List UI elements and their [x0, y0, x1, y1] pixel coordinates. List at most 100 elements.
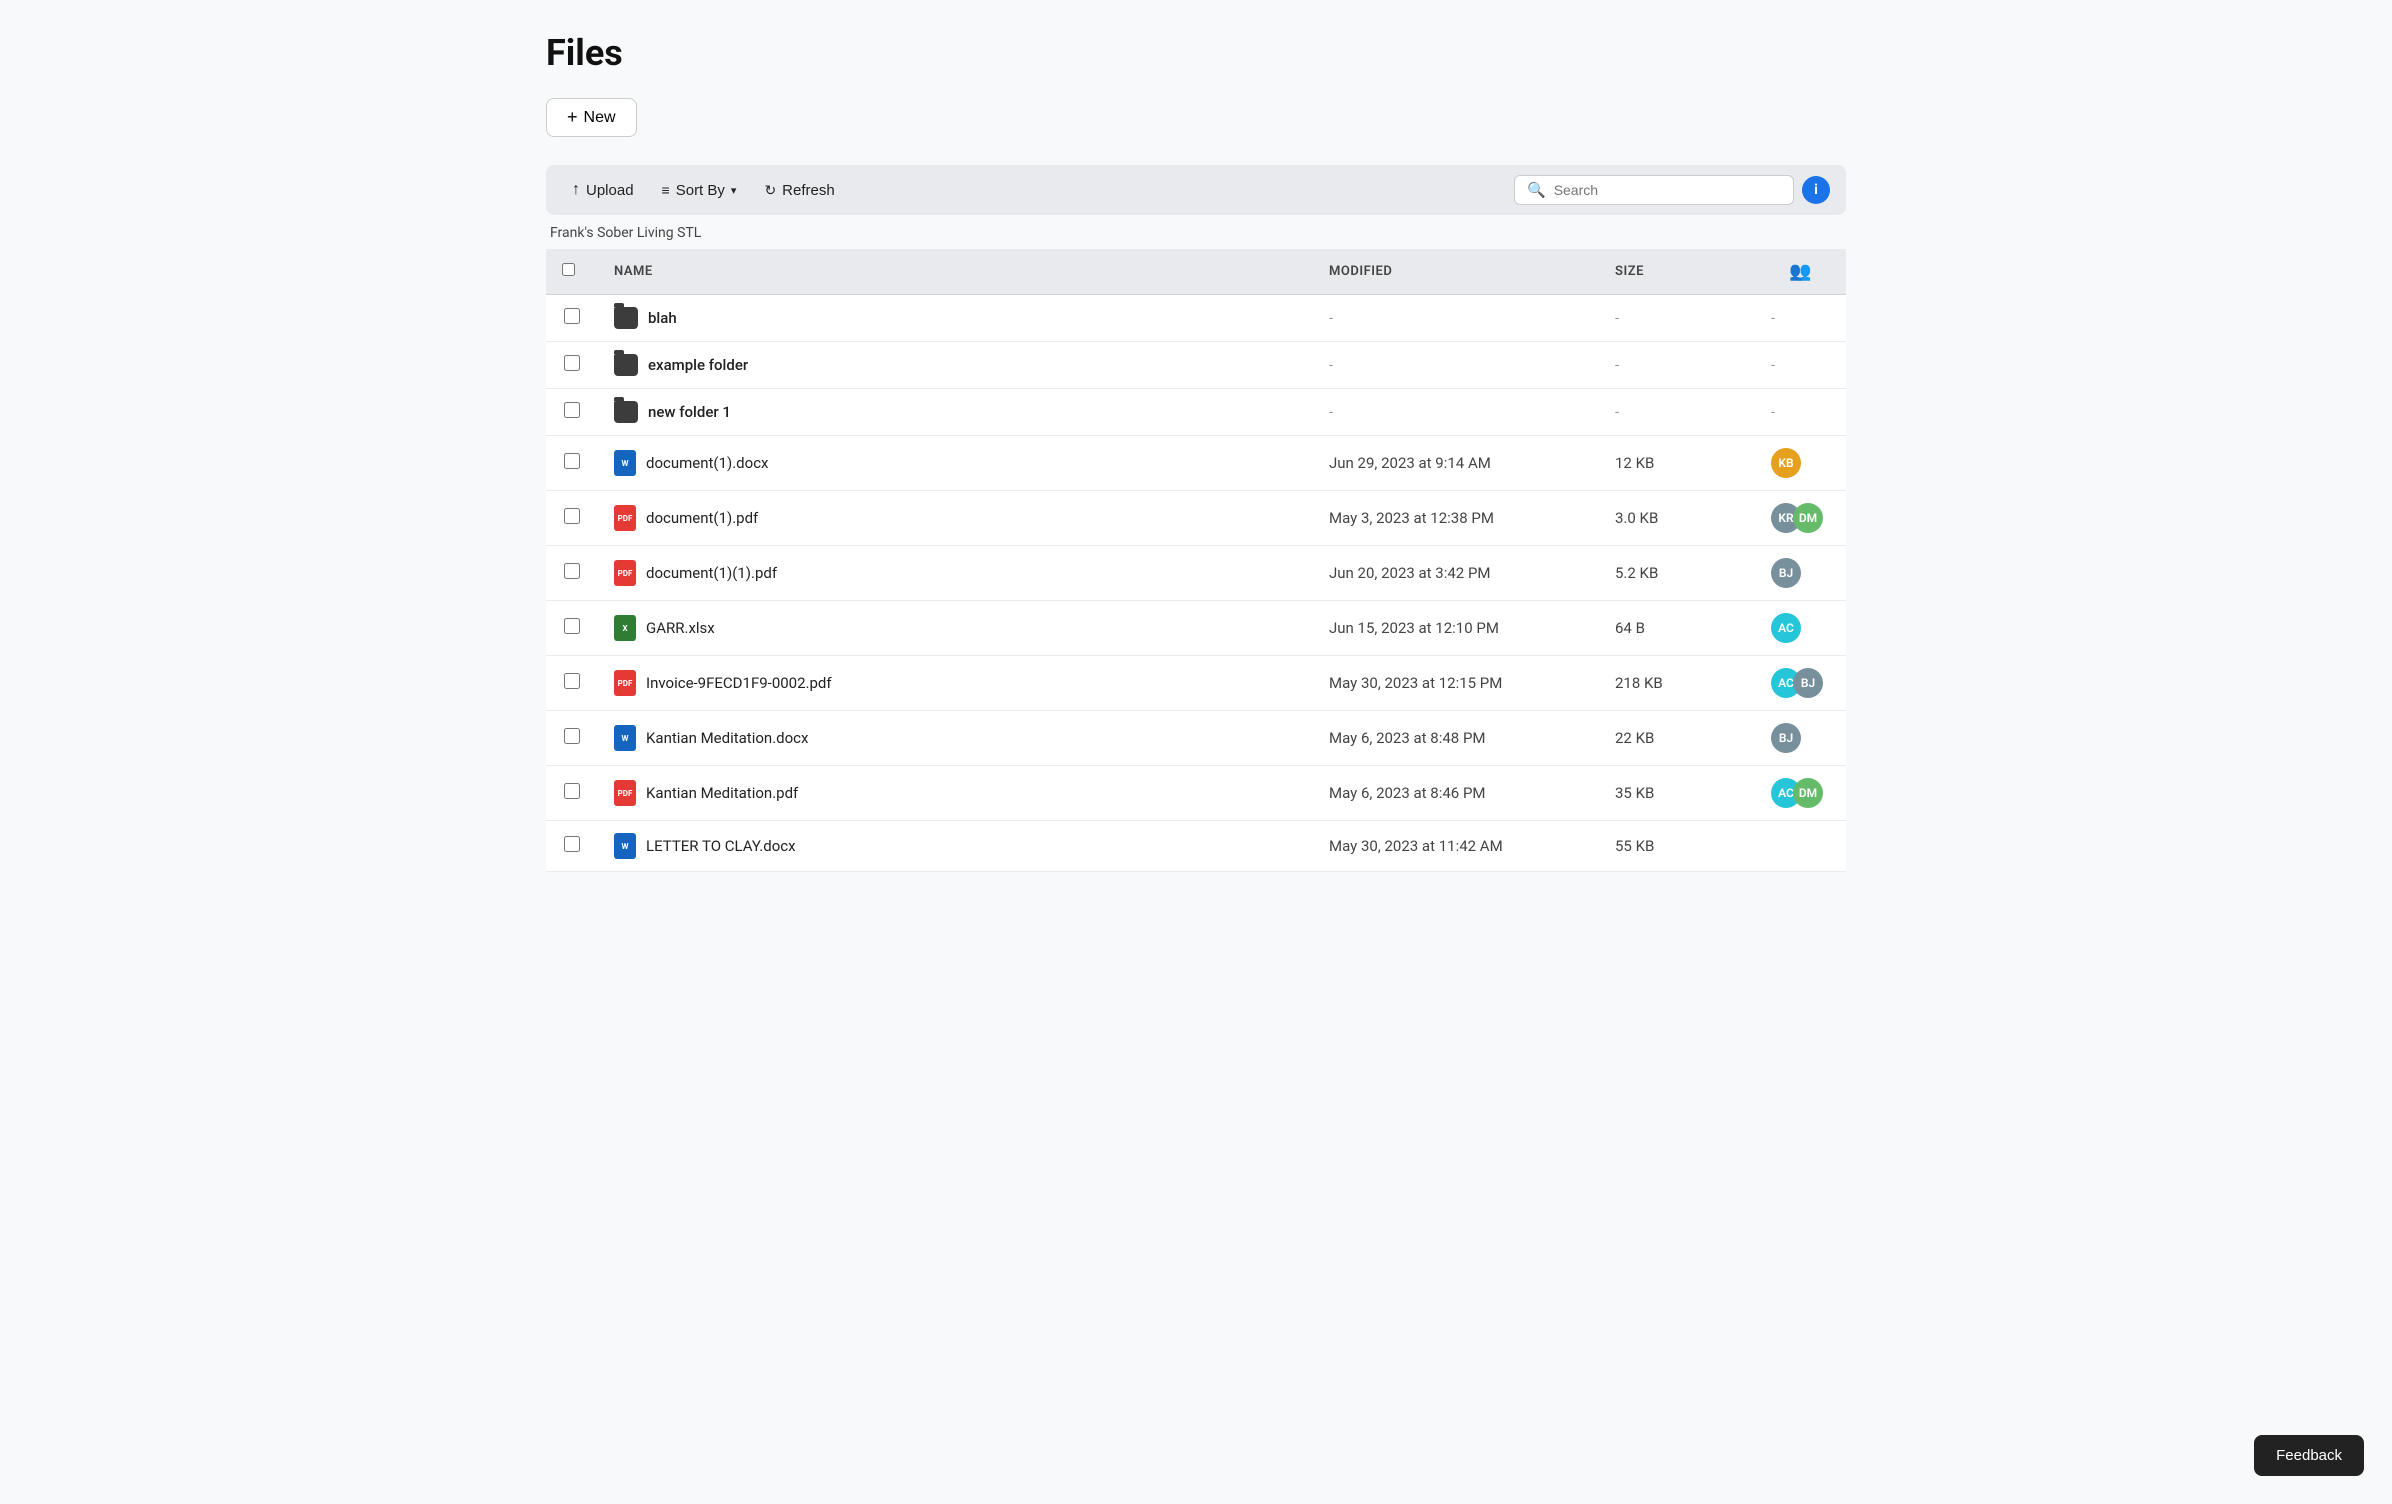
select-all-checkbox[interactable] — [562, 263, 575, 276]
file-icon: W — [614, 450, 636, 476]
table-row[interactable]: WKantian Meditation.docxMay 6, 2023 at 8… — [546, 711, 1846, 766]
file-icon — [614, 307, 638, 329]
upload-button[interactable]: ↑ Upload — [562, 177, 644, 203]
file-icon — [614, 401, 638, 423]
table-row[interactable]: blah--- — [546, 295, 1846, 342]
file-modified: Jun 15, 2023 at 12:10 PM — [1313, 601, 1599, 656]
file-modified: - — [1313, 295, 1599, 342]
row-checkbox-cell — [546, 821, 598, 872]
file-size: - — [1599, 342, 1755, 389]
file-shared: BJ — [1755, 546, 1846, 601]
table-row[interactable]: Wdocument(1).docxJun 29, 2023 at 9:14 AM… — [546, 436, 1846, 491]
row-checkbox[interactable] — [564, 673, 580, 689]
row-checkbox-cell — [546, 389, 598, 436]
avatar: BJ — [1793, 668, 1823, 698]
file-name-cell: PDFInvoice-9FECD1F9-0002.pdf — [598, 656, 1313, 711]
avatar: BJ — [1771, 558, 1801, 588]
avatar-group: ACDM — [1771, 778, 1830, 808]
row-checkbox-cell — [546, 601, 598, 656]
search-input[interactable] — [1554, 182, 1781, 198]
file-icon: PDF — [614, 560, 636, 586]
file-modified: - — [1313, 389, 1599, 436]
plus-icon: + — [567, 107, 578, 128]
row-checkbox[interactable] — [564, 355, 580, 371]
file-icon: W — [614, 833, 636, 859]
file-name-text: LETTER TO CLAY.docx — [646, 837, 796, 855]
table-row[interactable]: WLETTER TO CLAY.docxMay 30, 2023 at 11:4… — [546, 821, 1846, 872]
file-modified: May 30, 2023 at 12:15 PM — [1313, 656, 1599, 711]
info-button[interactable]: i — [1802, 176, 1830, 204]
row-checkbox-cell — [546, 436, 598, 491]
sort-by-button[interactable]: ≡ Sort By ▾ — [652, 178, 747, 203]
file-size: 64 B — [1599, 601, 1755, 656]
refresh-button[interactable]: ↻ Refresh — [754, 178, 844, 203]
file-name-cell: Wdocument(1).docx — [598, 436, 1313, 491]
file-name-cell: blah — [598, 295, 1313, 342]
row-checkbox[interactable] — [564, 618, 580, 634]
file-shared: ACDM — [1755, 766, 1846, 821]
row-checkbox[interactable] — [564, 563, 580, 579]
file-shared — [1755, 821, 1846, 872]
table-row[interactable]: PDFKantian Meditation.pdfMay 6, 2023 at … — [546, 766, 1846, 821]
file-shared: - — [1755, 389, 1846, 436]
file-icon: W — [614, 725, 636, 751]
file-size: 3.0 KB — [1599, 491, 1755, 546]
row-checkbox-cell — [546, 656, 598, 711]
file-size: 55 KB — [1599, 821, 1755, 872]
file-icon: PDF — [614, 780, 636, 806]
file-size: - — [1599, 389, 1755, 436]
toolbar: ↑ Upload ≡ Sort By ▾ ↻ Refresh 🔍 i — [546, 165, 1846, 215]
header-shared: 👥 — [1755, 249, 1846, 295]
table-row[interactable]: example folder--- — [546, 342, 1846, 389]
search-box: 🔍 — [1514, 175, 1794, 205]
file-size: 5.2 KB — [1599, 546, 1755, 601]
file-size: - — [1599, 295, 1755, 342]
file-shared: - — [1755, 295, 1846, 342]
table-row[interactable]: PDFInvoice-9FECD1F9-0002.pdfMay 30, 2023… — [546, 656, 1846, 711]
page-title: Files — [546, 32, 1846, 74]
file-name-text: document(1).pdf — [646, 509, 758, 527]
file-modified: - — [1313, 342, 1599, 389]
file-icon: PDF — [614, 670, 636, 696]
row-checkbox-cell — [546, 491, 598, 546]
file-name-text: new folder 1 — [648, 403, 731, 421]
row-checkbox-cell — [546, 342, 598, 389]
avatar-group: BJ — [1771, 558, 1830, 588]
header-size: SIZE — [1599, 249, 1755, 295]
row-checkbox[interactable] — [564, 836, 580, 852]
avatar-group: ACBJ — [1771, 668, 1830, 698]
refresh-label: Refresh — [782, 182, 835, 199]
upload-icon: ↑ — [572, 181, 580, 199]
table-row[interactable]: new folder 1--- — [546, 389, 1846, 436]
row-checkbox[interactable] — [564, 402, 580, 418]
row-checkbox-cell — [546, 295, 598, 342]
file-icon — [614, 354, 638, 376]
table-header-row: NAME MODIFIED SIZE 👥 — [546, 249, 1846, 295]
file-name-text: blah — [648, 309, 677, 327]
new-button[interactable]: + New — [546, 98, 637, 137]
table-row[interactable]: PDFdocument(1)(1).pdfJun 20, 2023 at 3:4… — [546, 546, 1846, 601]
file-name-cell: new folder 1 — [598, 389, 1313, 436]
avatar-group: BJ — [1771, 723, 1830, 753]
table-row[interactable]: PDFdocument(1).pdfMay 3, 2023 at 12:38 P… — [546, 491, 1846, 546]
row-checkbox[interactable] — [564, 783, 580, 799]
row-checkbox[interactable] — [564, 308, 580, 324]
chevron-down-icon: ▾ — [731, 184, 737, 197]
avatar-group: KRDM — [1771, 503, 1830, 533]
files-table: NAME MODIFIED SIZE 👥 blah---example fold… — [546, 249, 1846, 872]
feedback-button[interactable]: Feedback — [2254, 1435, 2364, 1476]
file-icon: X — [614, 615, 636, 641]
row-checkbox[interactable] — [564, 508, 580, 524]
row-checkbox[interactable] — [564, 453, 580, 469]
file-name-cell: PDF Kantian Meditation.pdf — [598, 766, 1313, 821]
file-name-text: example folder — [648, 356, 748, 374]
row-checkbox-cell — [546, 766, 598, 821]
file-shared: ACBJ — [1755, 656, 1846, 711]
file-size: 22 KB — [1599, 711, 1755, 766]
file-name-text: Kantian Meditation.pdf — [646, 784, 798, 802]
table-row[interactable]: XGARR.xlsxJun 15, 2023 at 12:10 PM64 BAC — [546, 601, 1846, 656]
row-checkbox[interactable] — [564, 728, 580, 744]
upload-label: Upload — [586, 182, 634, 199]
header-name: NAME — [598, 249, 1313, 295]
row-checkbox-cell — [546, 546, 598, 601]
